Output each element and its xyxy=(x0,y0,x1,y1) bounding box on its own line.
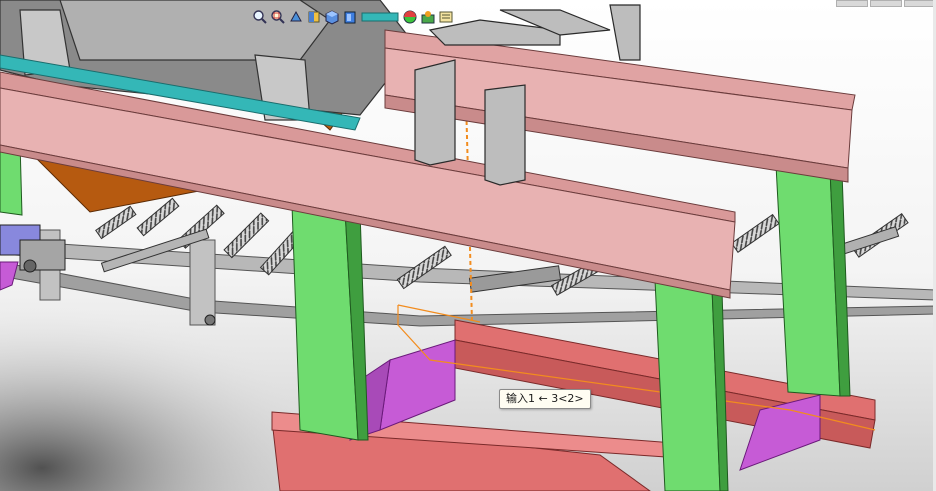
hide-show-items-icon[interactable] xyxy=(360,9,400,25)
edit-appearance-icon[interactable] xyxy=(402,9,418,25)
view-settings-icon[interactable] xyxy=(438,9,454,25)
dimension-callout[interactable]: 输入1 ← 3<2> xyxy=(499,389,591,409)
section-view-icon[interactable] xyxy=(306,9,322,25)
minimize-button[interactable] xyxy=(836,0,868,7)
graphics-area[interactable]: 输入1 ← 3<2> xyxy=(0,0,936,491)
maximize-button[interactable] xyxy=(870,0,902,7)
previous-view-icon[interactable] xyxy=(288,9,304,25)
close-button[interactable] xyxy=(904,0,936,7)
display-style-icon[interactable] xyxy=(342,9,358,25)
zoom-to-fit-icon[interactable] xyxy=(252,9,268,25)
zoom-to-area-icon[interactable] xyxy=(270,9,286,25)
view-orientation-icon[interactable] xyxy=(324,9,340,25)
window-controls xyxy=(834,0,936,7)
apply-scene-icon[interactable] xyxy=(420,9,436,25)
cad-model-viewport[interactable] xyxy=(0,0,936,491)
heads-up-view-toolbar xyxy=(252,8,456,26)
